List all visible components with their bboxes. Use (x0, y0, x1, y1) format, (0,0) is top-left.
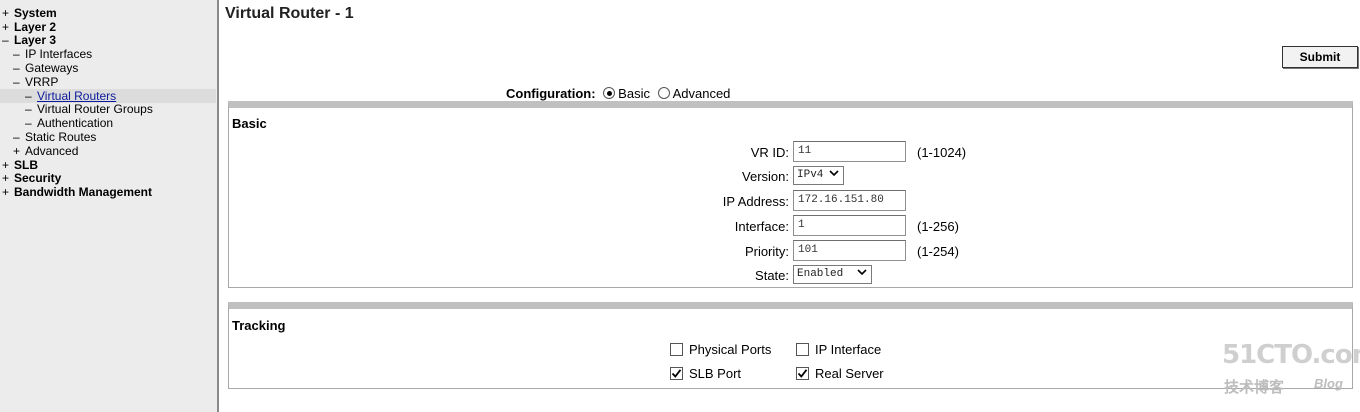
checkmark-icon (671, 369, 682, 378)
ip-address-input[interactable]: 172.16.151.80 (793, 190, 906, 211)
navigation-sidebar: + System + Layer 2 – Layer 3 – IP Interfaces… (0, 0, 219, 412)
sidebar-item-gateways[interactable]: – Gateways (13, 61, 78, 75)
leaf-icon: – (25, 116, 32, 130)
physical-ports-label: Physical Ports (689, 342, 772, 357)
sidebar-item-static-routes[interactable]: – Static Routes (13, 130, 96, 144)
expand-icon[interactable]: + (2, 185, 14, 199)
watermark-sub-text: 技术博客 (1224, 379, 1285, 396)
sidebar-item-label: VRRP (25, 75, 59, 89)
ip-address-row: IP Address: 172.16.151.80 (229, 190, 1352, 212)
leaf-icon: – (25, 102, 32, 116)
radio-advanced-label[interactable]: Advanced (673, 86, 731, 101)
radio-advanced[interactable] (657, 87, 670, 99)
sidebar-item-system[interactable]: + System (2, 6, 57, 20)
version-select[interactable]: IPv4 (793, 166, 845, 185)
watermark-logo: 51CTO.com 技术博客 Blog (1222, 340, 1360, 400)
sidebar-item-advanced[interactable]: + Advanced (13, 144, 78, 158)
tracking-panel-title: Tracking (232, 318, 286, 333)
physical-ports-checkbox[interactable] (670, 343, 683, 356)
expand-icon[interactable]: + (2, 6, 14, 20)
sidebar-item-label: System (14, 6, 57, 20)
basic-panel: Basic VR ID: 11 (1-1024) Version: IPv4 I… (228, 101, 1353, 288)
vr-id-range: (1-1024) (917, 145, 967, 160)
sidebar-item-virtual-router-groups[interactable]: – Virtual Router Groups (25, 102, 153, 116)
vr-id-label: VR ID: (750, 145, 789, 160)
leaf-icon: – (13, 47, 20, 61)
radio-basic[interactable] (603, 87, 616, 99)
state-select-value: Enabled (797, 268, 844, 280)
slb-port-label: SLB Port (689, 366, 742, 381)
sidebar-item-bandwidth-management[interactable]: + Bandwidth Management (2, 185, 152, 199)
version-label: Version: (742, 169, 789, 184)
configuration-selector: Configuration: Basic Advanced (506, 86, 730, 101)
sidebar-link-virtual-routers[interactable]: Virtual Routers (37, 89, 116, 103)
physical-ports-option[interactable]: Physical Ports (670, 342, 771, 357)
sidebar-item-label: Security (14, 171, 62, 185)
priority-range: (1-254) (917, 244, 959, 259)
sidebar-item-security[interactable]: + Security (2, 171, 61, 185)
tracking-panel: Tracking Physical Ports IP Interface SLB… (228, 302, 1353, 389)
ip-interface-option[interactable]: IP Interface (796, 342, 881, 357)
chevron-down-icon (857, 269, 867, 276)
ip-address-label: IP Address: (722, 194, 789, 209)
leaf-icon: – (13, 130, 20, 144)
sidebar-item-label: Virtual Router Groups (37, 102, 153, 116)
sidebar-item-ip-interfaces[interactable]: – IP Interfaces (13, 47, 92, 61)
main-content: Virtual Router - 1 Submit Configuration:… (221, 0, 1360, 412)
leaf-icon: – (13, 61, 20, 75)
ip-interface-label: IP Interface (815, 342, 882, 357)
submit-button[interactable]: Submit (1282, 46, 1358, 68)
sidebar-item-label: Layer 3 (14, 33, 57, 47)
sidebar-item-label: Authentication (37, 116, 114, 130)
state-label: State: (755, 268, 789, 283)
interface-range: (1-256) (917, 219, 959, 234)
state-row: State: Enabled (229, 264, 1352, 286)
sidebar-item-layer-2[interactable]: + Layer 2 (2, 20, 56, 34)
watermark-blog-text: Blog (1314, 376, 1343, 391)
sidebar-item-vrrp[interactable]: – VRRP (13, 75, 58, 89)
slb-port-option[interactable]: SLB Port (670, 366, 741, 381)
configuration-label: Configuration: (506, 86, 596, 101)
sidebar-item-authentication[interactable]: – Authentication (25, 116, 113, 130)
sidebar-item-label: Gateways (25, 61, 79, 75)
vr-id-input[interactable]: 11 (793, 141, 906, 162)
checkmark-icon (797, 369, 808, 378)
interface-row: Interface: 1 (1-256) (229, 215, 1352, 237)
sidebar-item-label: Layer 2 (14, 20, 57, 34)
real-server-option[interactable]: Real Server (796, 366, 884, 381)
real-server-label: Real Server (815, 366, 884, 381)
real-server-checkbox[interactable] (796, 367, 809, 380)
vr-id-row: VR ID: 11 (1-1024) (229, 141, 1352, 163)
page-title: Virtual Router - 1 (225, 5, 354, 22)
priority-label: Priority: (744, 244, 789, 259)
sidebar-item-virtual-routers[interactable]: – Virtual Routers (0, 89, 216, 103)
expand-icon[interactable]: + (2, 20, 14, 34)
sidebar-item-label: IP Interfaces (25, 47, 93, 61)
sidebar-item-label: Static Routes (25, 130, 97, 144)
priority-input[interactable]: 101 (793, 240, 906, 261)
chevron-down-icon (829, 170, 839, 177)
sidebar-item-label: SLB (14, 158, 38, 172)
basic-panel-title: Basic (232, 116, 267, 131)
expand-icon[interactable]: + (2, 158, 14, 172)
radio-basic-label[interactable]: Basic (618, 86, 650, 101)
sidebar-item-label: Bandwidth Management (14, 185, 153, 199)
slb-port-checkbox[interactable] (670, 367, 683, 380)
sidebar-item-label: Advanced (25, 144, 79, 158)
leaf-icon: – (25, 89, 32, 103)
expand-icon[interactable]: + (2, 171, 14, 185)
ip-interface-checkbox[interactable] (796, 343, 809, 356)
interface-label: Interface: (734, 219, 789, 234)
sidebar-item-layer-3[interactable]: – Layer 3 (2, 33, 56, 47)
collapse-icon[interactable]: – (2, 33, 14, 47)
watermark-main-text: 51CTO.com (1222, 340, 1360, 370)
version-select-value: IPv4 (797, 169, 824, 181)
collapse-icon[interactable]: – (13, 75, 25, 89)
expand-icon[interactable]: + (13, 144, 25, 158)
version-row: Version: IPv4 (229, 165, 1352, 187)
priority-row: Priority: 101 (1-254) (229, 240, 1352, 262)
sidebar-item-slb[interactable]: + SLB (2, 158, 38, 172)
interface-input[interactable]: 1 (793, 215, 906, 236)
state-select[interactable]: Enabled (793, 265, 873, 284)
